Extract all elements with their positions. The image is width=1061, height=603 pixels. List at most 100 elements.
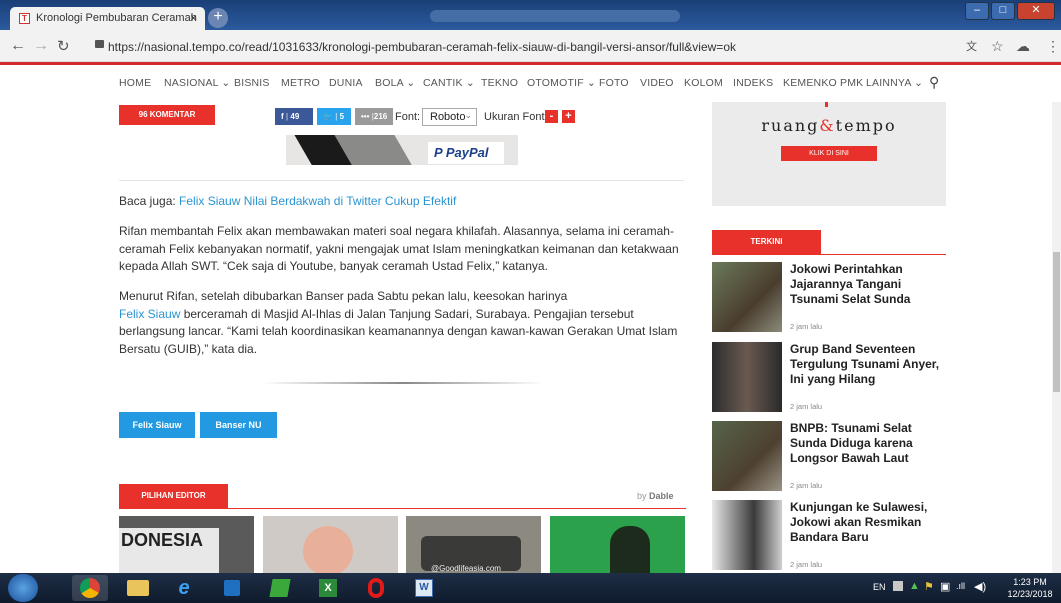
menu-dots-icon[interactable]: ⋮ (1046, 38, 1060, 55)
scrollbar-track[interactable] (1052, 102, 1061, 573)
bookmark-star-icon[interactable]: ☆ (991, 38, 1004, 55)
nav-tekno[interactable]: TEKNO (481, 77, 518, 89)
tag-banser-nu[interactable]: Banser NU (200, 412, 277, 438)
nav-video[interactable]: VIDEO (640, 77, 674, 89)
network-signal-icon[interactable]: .ıll (956, 581, 965, 591)
editor-thumb-4[interactable] (550, 516, 685, 573)
terkini-item[interactable]: Kunjungan ke Sulawesi, Jokowi akan Resmi… (712, 500, 946, 575)
opera-icon[interactable] (358, 575, 394, 601)
app-icon[interactable] (262, 575, 298, 601)
site-navigation: HOME NASIONAL ⌄ BISNIS METRO DUNIA BOLA … (0, 62, 1061, 102)
paypal-logo: P PayPal (428, 142, 504, 164)
nav-nasional[interactable]: NASIONAL ⌄ (164, 77, 230, 89)
start-button-icon[interactable] (8, 574, 38, 602)
excel-icon[interactable]: X (310, 575, 346, 601)
reload-icon[interactable]: ↻ (57, 37, 70, 55)
font-select[interactable]: Roboto ⌄ (422, 108, 477, 126)
nav-cantik[interactable]: CANTIK ⌄ (423, 77, 475, 89)
news-title[interactable]: Kunjungan ke Sulawesi, Jokowi akan Resmi… (790, 500, 950, 545)
divider (119, 180, 684, 181)
pilihan-editor-label: PILIHAN EDITOR (119, 484, 228, 508)
paypal-ad-banner[interactable]: P PayPal (286, 135, 518, 165)
news-title[interactable]: BNPB: Tsunami Selat Sunda Diduga karena … (790, 421, 950, 466)
terkini-item[interactable]: Grup Band Seventeen Tergulung Tsunami An… (712, 342, 946, 417)
news-title[interactable]: Jokowi Perintahkan Jajarannya Tangani Ts… (790, 262, 950, 307)
font-size-label: Ukuran Font: (484, 111, 548, 123)
facebook-share-button[interactable]: f | 49 (275, 108, 313, 125)
volume-icon[interactable]: ◀) (974, 580, 986, 593)
maximize-button[interactable]: □ (991, 2, 1015, 20)
news-thumbnail (712, 342, 782, 412)
new-tab-button[interactable]: + (208, 8, 228, 28)
tab-title: Kronologi Pembubaran Ceramah (36, 12, 197, 24)
app-icon[interactable] (214, 575, 250, 601)
article-end-divider (262, 382, 544, 384)
terkini-label: TERKINI (712, 230, 821, 254)
comments-button[interactable]: 96 KOMENTAR (119, 105, 215, 125)
terkini-item[interactable]: BNPB: Tsunami Selat Sunda Diduga karena … (712, 421, 946, 496)
nav-lainnya[interactable]: LAINNYA ⌄ (866, 77, 923, 89)
minimize-button[interactable]: – (965, 2, 989, 20)
close-window-button[interactable]: ✕ (1017, 2, 1055, 20)
editor-thumb-1[interactable]: DONESIA (119, 516, 254, 573)
browser-tab[interactable]: T Kronologi Pembubaran Ceramah × (10, 7, 205, 30)
article-paragraph-1: Rifan membantah Felix akan membawakan ma… (119, 224, 679, 273)
nav-bola[interactable]: BOLA ⌄ (375, 77, 415, 89)
ruang-tempo-logo: ruang&tempo (761, 116, 897, 135)
klik-di-sini-button[interactable]: KLIK DI SINI (781, 146, 877, 161)
window-controls: – □ ✕ (963, 2, 1055, 20)
nav-foto[interactable]: FOTO (599, 77, 629, 89)
action-center-flag-icon[interactable]: ⚑ (924, 580, 934, 593)
news-time: 2 jam lalu (790, 560, 823, 569)
terkini-underline (712, 254, 946, 255)
tag-felix-siauw[interactable]: Felix Siauw (119, 412, 195, 438)
word-icon[interactable]: W (406, 575, 442, 601)
twitter-share-button[interactable]: 🐦 | 5 (317, 108, 351, 125)
terkini-item[interactable]: Jokowi Perintahkan Jajarannya Tangani Ts… (712, 262, 946, 337)
related-article-link[interactable]: Felix Siauw Nilai Berdakwah di Twitter C… (179, 194, 456, 208)
nav-dunia[interactable]: DUNIA (329, 77, 363, 89)
tray-app-icon[interactable] (893, 581, 903, 591)
translate-icon[interactable]: 文 (966, 38, 977, 54)
nav-kemenko-pmk[interactable]: KEMENKO PMK (783, 77, 863, 89)
font-decrease-button[interactable]: - (545, 110, 558, 123)
chevron-down-icon: ⌄ (464, 110, 472, 120)
twitter-count: 5 (339, 112, 345, 121)
nav-home[interactable]: HOME (119, 77, 151, 89)
windows-taskbar: e X W EN ▲ ⚑ ▣ .ıll ◀) 1:23 PM 12/23/201… (0, 573, 1061, 603)
language-indicator[interactable]: EN (873, 582, 886, 592)
more-count: 216 (373, 112, 388, 121)
url-input[interactable]: https://nasional.tempo.co/read/1031633/k… (90, 35, 950, 57)
power-icon[interactable]: ▣ (940, 580, 950, 593)
news-title[interactable]: Grup Band Seventeen Tergulung Tsunami An… (790, 342, 950, 387)
nav-bisnis[interactable]: BISNIS (234, 77, 270, 89)
extension-icon[interactable]: ☁ (1016, 38, 1030, 55)
clock-date[interactable]: 12/23/2018 (1005, 589, 1055, 599)
tray-drive-icon[interactable]: ▲ (909, 580, 920, 592)
thumb1-text: DONESIA (121, 530, 204, 550)
nav-metro[interactable]: METRO (281, 77, 320, 89)
tab-close-icon[interactable]: × (190, 11, 197, 25)
back-arrow-icon[interactable]: ← (10, 37, 26, 55)
clock-time[interactable]: 1:23 PM (1005, 577, 1055, 587)
nav-indeks[interactable]: INDEKS (733, 77, 773, 89)
font-label: Font: (395, 111, 421, 123)
ruang-tempo-ad[interactable]: ruang&tempo KLIK DI SINI (712, 102, 946, 206)
search-icon[interactable]: ⚲ (929, 74, 939, 91)
internet-explorer-icon[interactable]: e (166, 575, 202, 601)
news-thumbnail (712, 262, 782, 332)
forward-arrow-icon[interactable]: → (33, 37, 49, 55)
scrollbar-thumb[interactable] (1053, 252, 1060, 392)
nav-otomotif[interactable]: OTOMOTIF ⌄ (527, 77, 596, 89)
editor-thumb-3[interactable]: @Goodlifeasia.com (406, 516, 541, 573)
editor-underline (119, 508, 686, 509)
font-increase-button[interactable]: + (562, 110, 575, 123)
related-article-line: Baca juga: Felix Siauw Nilai Berdakwah d… (119, 193, 689, 211)
file-explorer-icon[interactable] (120, 575, 156, 601)
felix-siauw-link[interactable]: Felix Siauw (119, 307, 180, 321)
news-time: 2 jam lalu (790, 322, 823, 331)
editor-thumb-2[interactable] (263, 516, 398, 573)
chrome-icon[interactable] (72, 575, 108, 601)
nav-kolom[interactable]: KOLOM (684, 77, 723, 89)
more-share-button[interactable]: ••• |216 (355, 108, 393, 125)
